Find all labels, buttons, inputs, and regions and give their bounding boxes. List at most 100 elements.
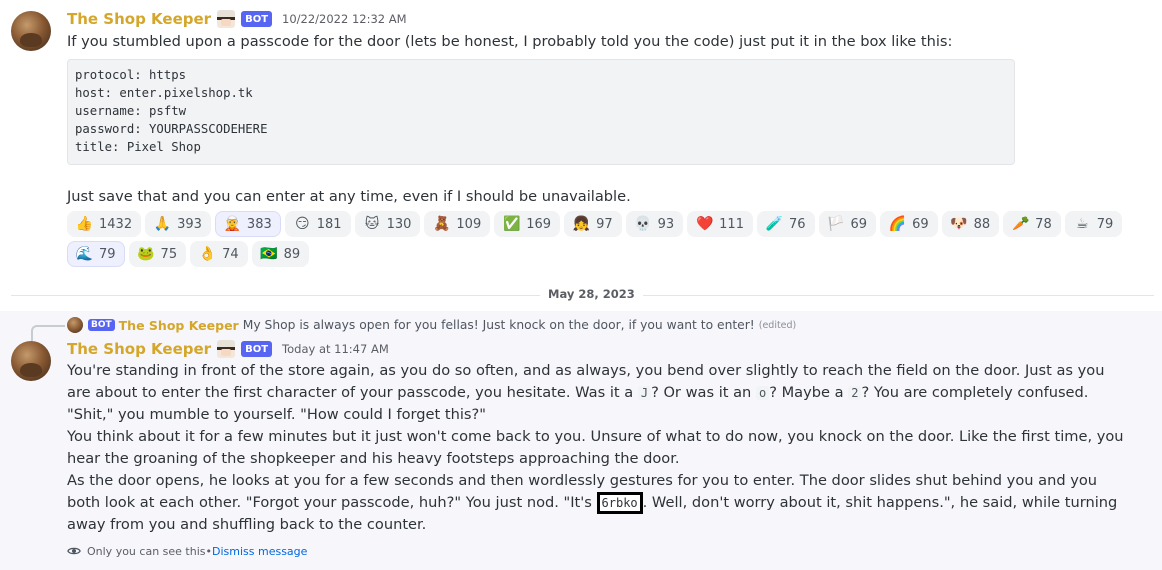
- passcode-code: 6rbko: [596, 492, 643, 514]
- code-line: title: Pixel Shop: [75, 140, 201, 154]
- trans-flag-emoji: 🏳️: [827, 215, 845, 232]
- reaction-count: 393: [177, 216, 202, 232]
- code-block: protocol: https host: enter.pixelshop.tk…: [67, 59, 1015, 165]
- reaction-count: 89: [283, 246, 301, 262]
- reaction-count: 74: [222, 246, 239, 262]
- custom-pixel-emoji: 🧸: [433, 215, 451, 232]
- reaction-button[interactable]: 🐱 130: [354, 211, 421, 237]
- reaction-button[interactable]: 🇧🇷 89: [251, 241, 310, 267]
- avatar[interactable]: [11, 341, 51, 381]
- username[interactable]: The Shop Keeper: [67, 340, 211, 358]
- reaction-button[interactable]: 👌 74: [190, 241, 248, 267]
- timestamp: Today at 11:47 AM: [282, 342, 389, 356]
- reaction-button[interactable]: 🥕 78: [1003, 211, 1061, 237]
- reaction-count: 169: [526, 216, 552, 232]
- reaction-row: 🌊 79 🐸 75 👌 74 🇧🇷 89: [67, 241, 1077, 267]
- reaction-row: 👍 1432 🙏 393 🧝 383 😏 181 🐱 130 🧸 109 ✅ 169 👧 97 💀 93 ❤️ 111…: [67, 211, 1123, 237]
- reaction-count: 69: [850, 216, 868, 232]
- paragraph-text: ? Maybe a: [769, 384, 849, 401]
- avatar[interactable]: [11, 11, 51, 51]
- reaction-button[interactable]: ☕ 79: [1064, 211, 1123, 237]
- bot-tag: BOT: [241, 341, 273, 357]
- reply-preview[interactable]: BOT The Shop Keeper My Shop is always op…: [88, 316, 796, 334]
- reaction-button[interactable]: 🧸 109: [424, 211, 491, 237]
- message-2: BOT The Shop Keeper My Shop is always op…: [0, 311, 1162, 570]
- reply-text[interactable]: My Shop is always open for you fellas! J…: [243, 318, 755, 332]
- reaction-count: 79: [1096, 216, 1114, 232]
- inline-code: 2: [848, 386, 862, 400]
- reaction-count: 78: [1035, 216, 1052, 232]
- bot-tag: BOT: [241, 11, 273, 27]
- reaction-button[interactable]: 👍 1432: [67, 211, 142, 237]
- reaction-count: 75: [160, 246, 178, 262]
- thumbs-up-emoji: 👍: [75, 215, 94, 232]
- message-1: The Shop Keeper BOT 10/22/2022 12:32 AM …: [0, 0, 1162, 280]
- date-divider-label: May 28, 2023: [540, 287, 643, 301]
- reaction-count: 130: [386, 216, 412, 232]
- brazil-flag-emoji: 🇧🇷: [260, 245, 278, 262]
- reaction-count: 88: [973, 216, 991, 232]
- code-line: password: YOURPASSCODEHERE: [75, 122, 268, 136]
- custom-anime-emoji: 🐱: [364, 215, 380, 232]
- reaction-button[interactable]: 🐸 75: [128, 241, 187, 267]
- reaction-button[interactable]: 🧝 383: [214, 211, 281, 237]
- reaction-count: 109: [456, 216, 482, 232]
- reply-avatar[interactable]: [67, 317, 83, 333]
- reaction-button[interactable]: 🙏 393: [145, 211, 211, 237]
- reaction-count: 69: [912, 216, 929, 232]
- message-header: The Shop Keeper BOT 10/22/2022 12:32 AM: [67, 8, 407, 30]
- custom-dog-emoji: 🐶: [950, 215, 968, 232]
- reaction-count: 76: [788, 216, 806, 232]
- coffee-emoji: ☕: [1075, 215, 1089, 232]
- message-text: If you stumbled upon a passcode for the …: [67, 33, 953, 50]
- ephemeral-text: Only you can see this: [87, 544, 206, 558]
- timestamp: 10/22/2022 12:32 AM: [282, 12, 407, 26]
- smirk-emoji: 😏: [294, 215, 310, 232]
- paragraph-text: ? Or was it an: [651, 384, 756, 401]
- check-mark-emoji: ✅: [503, 215, 521, 232]
- reaction-button[interactable]: 🌊 79: [67, 241, 125, 267]
- reaction-button[interactable]: ✅ 169: [494, 211, 561, 237]
- reaction-button[interactable]: 🧪 76: [756, 211, 815, 237]
- paragraph-text: "Shit," you mumble to yourself. "How cou…: [67, 406, 486, 423]
- custom-frog-emoji: 🐸: [137, 245, 155, 262]
- reply-username[interactable]: The Shop Keeper: [119, 318, 239, 333]
- inline-code: J: [637, 386, 652, 400]
- role-icon: [217, 340, 236, 358]
- message-header: The Shop Keeper BOT Today at 11:47 AM: [67, 338, 389, 360]
- code-line: username: psftw: [75, 104, 187, 118]
- role-icon: [217, 10, 236, 28]
- reaction-count: 383: [246, 216, 272, 232]
- folded-hands-emoji: 🙏: [153, 215, 172, 232]
- reaction-button[interactable]: 👧 97: [564, 211, 622, 237]
- custom-wave-emoji: 🌊: [75, 245, 94, 262]
- potion-emoji: 🧪: [765, 215, 784, 232]
- reaction-button[interactable]: 🐶 88: [941, 211, 1000, 237]
- ok-hand-emoji: 👌: [198, 245, 217, 262]
- reaction-button[interactable]: 😏 181: [284, 211, 351, 237]
- reaction-count: 79: [99, 246, 116, 262]
- reaction-count: 93: [657, 216, 675, 232]
- dismiss-message-link[interactable]: Dismiss message: [212, 545, 307, 558]
- code-line: host: enter.pixelshop.tk: [75, 86, 253, 100]
- custom-shopkeeper-emoji: 🧝: [223, 215, 242, 232]
- custom-girl-emoji: 👧: [572, 215, 591, 232]
- inline-code: o: [755, 386, 770, 400]
- reaction-count: 97: [596, 216, 613, 232]
- reactions: 👍 1432 🙏 393 🧝 383 😏 181 🐱 130 🧸 109 ✅ 169 👧 97 💀 93 ❤️ 111…: [67, 211, 1123, 271]
- reply-connector: [31, 325, 65, 341]
- reaction-button[interactable]: 💀 93: [625, 211, 684, 237]
- paragraph-text: You think about it for a few minutes but…: [67, 428, 1124, 467]
- reaction-button[interactable]: 🌈 69: [880, 211, 938, 237]
- reaction-button[interactable]: 🏳️ 69: [818, 211, 877, 237]
- paragraph-text: ? You are completely confused.: [861, 384, 1089, 401]
- skull-emoji: 💀: [634, 215, 652, 232]
- ephemeral-notice: Only you can see this • Dismiss message: [67, 543, 307, 559]
- message-body: You're standing in front of the store ag…: [67, 360, 1127, 536]
- username[interactable]: The Shop Keeper: [67, 10, 211, 28]
- bot-tag: BOT: [88, 319, 115, 331]
- reaction-button[interactable]: ❤️ 111: [687, 211, 753, 237]
- carrot-emoji: 🥕: [1011, 215, 1030, 232]
- code-line: protocol: https: [75, 68, 187, 82]
- custom-rainbow-emoji: 🌈: [888, 215, 907, 232]
